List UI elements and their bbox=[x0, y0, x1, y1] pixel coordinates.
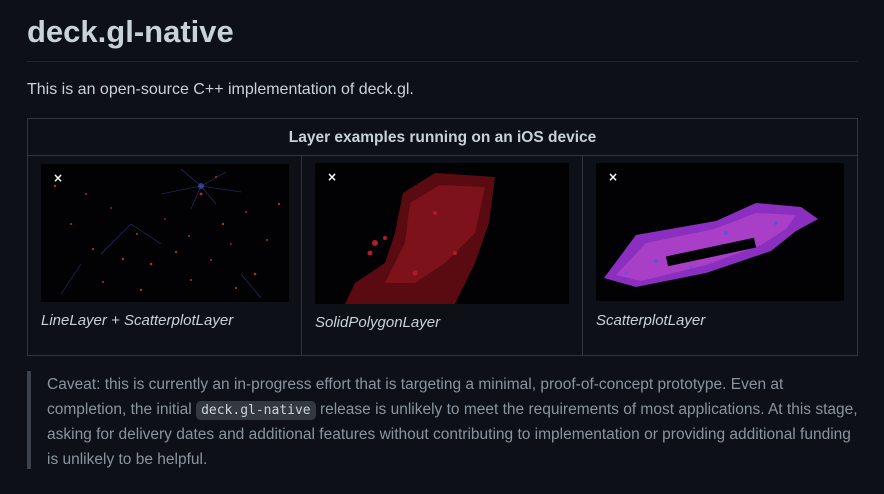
page-title: deck.gl-native bbox=[27, 14, 234, 49]
caption-solidpolygonlayer: SolidPolygonLayer bbox=[315, 314, 441, 331]
intro-text: This is an open-source C++ implementatio… bbox=[27, 81, 414, 98]
scatterplotlayer-screenshot[interactable]: × bbox=[596, 163, 844, 301]
heading-divider bbox=[27, 61, 858, 62]
table-header: Layer examples running on an iOS device bbox=[28, 119, 857, 156]
table-cell-scatterplotlayer: × ScatterplotLayer bbox=[583, 156, 857, 355]
layer-examples-table: Layer examples running on an iOS device bbox=[27, 118, 858, 356]
broken-image-x-icon: × bbox=[608, 170, 619, 184]
caveat-blockquote: Caveat: this is currently an in-progress… bbox=[27, 371, 858, 469]
caption-linelayer: LineLayer + ScatterplotLayer bbox=[41, 312, 234, 329]
inline-code-deckgl-native: deck.gl-native bbox=[196, 400, 316, 420]
broken-image-x-icon: × bbox=[327, 170, 338, 184]
scatterplotlayer-screenshot-graphic bbox=[604, 203, 818, 287]
linelayer-screenshot-graphic bbox=[53, 168, 281, 299]
linelayer-screenshot[interactable]: × bbox=[41, 164, 289, 302]
caveat-text: Caveat: this is currently an in-progress… bbox=[47, 371, 858, 472]
table-cell-linelayer: × LineLayer + ScatterplotLayer bbox=[28, 156, 302, 355]
solidpolygonlayer-screenshot[interactable]: × bbox=[315, 163, 569, 304]
broken-image-x-icon: × bbox=[53, 171, 64, 185]
solidpolygonlayer-screenshot-graphic bbox=[345, 173, 495, 304]
caption-scatterplotlayer: ScatterplotLayer bbox=[596, 312, 706, 329]
table-cell-solidpolygonlayer: × SolidPolygonLayer bbox=[302, 156, 583, 355]
